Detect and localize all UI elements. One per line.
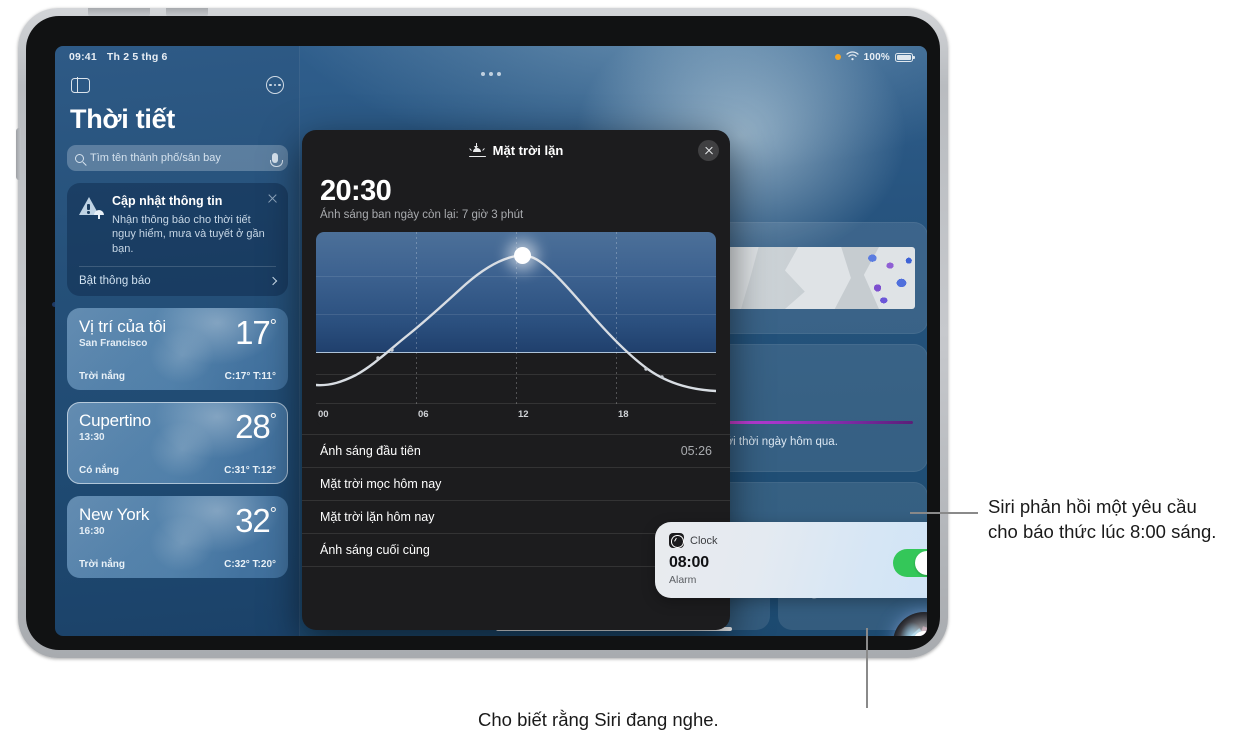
enable-notifications-label: Bật thông báo [79, 275, 151, 288]
city-card-my-location[interactable]: Vị trí của tôi San Francisco 17° Trời nắ… [67, 308, 288, 391]
search-icon [75, 153, 84, 163]
ipad-bezel: Thời tiết Tìm tên thành phố/sân bay Cập … [26, 16, 940, 650]
notification-promo-header: Cập nhật thông tin Nhận thông báo cho th… [79, 194, 276, 257]
city-temperature: 28° [235, 410, 277, 443]
notification-promo-title: Cập nhật thông tin [112, 194, 223, 208]
alarm-toggle[interactable] [893, 549, 927, 577]
sunset-icon [468, 143, 486, 157]
degree-symbol: ° [269, 316, 277, 337]
row-label: Ánh sáng cuối cùng [320, 543, 430, 557]
city-hilo: C:32° T:20° [224, 559, 276, 571]
chevron-right-icon [268, 276, 278, 286]
alarm-app-name: Clock [690, 534, 718, 547]
sunset-time: 20:30 [320, 175, 392, 207]
city-name: New York [79, 505, 150, 525]
list-item[interactable]: Ánh sáng đầu tiên 05:26 [302, 434, 730, 467]
callout-leader-line-siri-listening [866, 628, 868, 708]
city-hilo: C:31° T:12° [224, 465, 276, 477]
status-time: 09:41 [69, 51, 97, 63]
degree-symbol: ° [269, 410, 277, 431]
alarm-time: 08:00 [669, 554, 709, 571]
alarm-notification-banner[interactable]: Clock 08:00 Alarm [655, 522, 927, 598]
list-item[interactable]: Mặt trời mọc hôm nay [302, 467, 730, 500]
city-temperature: 17° [235, 316, 277, 349]
city-subtitle: 16:30 [79, 526, 105, 537]
sidebar-toggle-icon[interactable] [71, 76, 90, 94]
notification-promo-body: Nhận thông báo cho thời tiết nguy hiểm, … [112, 213, 265, 256]
city-subtitle: 13:30 [79, 432, 105, 443]
daylight-remaining: Ánh sáng ban ngày còn lại: 7 giờ 3 phút [320, 209, 524, 221]
city-hilo: C:17° T:11° [224, 371, 276, 383]
modal-header: Mặt trời lặn [302, 130, 730, 170]
multitasking-handle[interactable] [481, 72, 501, 76]
city-temperature: 32° [235, 504, 277, 537]
wifi-icon [845, 50, 859, 64]
city-card-new-york[interactable]: New York 16:30 32° Trời nắng C:32° T:20° [67, 496, 288, 579]
x-tick-06: 06 [418, 409, 429, 420]
device-volume-button [16, 128, 21, 180]
status-bar: 09:41 Th 2 5 thg 6 100% [55, 46, 927, 68]
siri-listening-callout: Cho biết rằng Siri đang nghe. [478, 709, 719, 730]
degree-symbol: ° [269, 504, 277, 525]
city-condition: Trời nắng [79, 371, 126, 383]
city-temp-value: 28 [235, 408, 271, 446]
screenshot-root: Thời tiết Tìm tên thành phố/sân bay Cập … [0, 0, 1242, 753]
city-subtitle: San Francisco [79, 338, 148, 349]
sun-elevation-chart: 00 06 12 18 [316, 232, 716, 426]
battery-icon [895, 52, 915, 62]
city-card-cupertino[interactable]: Cupertino 13:30 28° Có nắng C:31° T:12° [67, 402, 288, 485]
page-title: Thời tiết [70, 104, 175, 134]
city-condition: Có nắng [79, 465, 119, 477]
row-label: Mặt trời mọc hôm nay [320, 477, 442, 491]
ipad-screen: Thời tiết Tìm tên thành phố/sân bay Cập … [55, 46, 927, 636]
x-tick-12: 12 [518, 409, 529, 420]
row-label: Ánh sáng đầu tiên [320, 444, 421, 458]
more-options-icon[interactable] [266, 76, 284, 94]
city-temp-value: 17 [235, 314, 271, 352]
orange-mic-indicator [834, 54, 841, 60]
chart-x-axis: 00 06 12 18 [316, 406, 716, 426]
current-sun-position [514, 247, 531, 264]
severe-weather-icon [79, 197, 104, 219]
alarm-label: Alarm [669, 574, 697, 586]
city-condition: Trời nắng [79, 559, 126, 571]
x-tick-18: 18 [618, 409, 629, 420]
close-icon[interactable] [698, 140, 719, 161]
microphone-icon[interactable] [269, 153, 283, 167]
modal-title: Mặt trời lặn [492, 142, 564, 158]
x-tick-00: 00 [318, 409, 329, 420]
notification-promo-card[interactable]: Cập nhật thông tin Nhận thông báo cho th… [67, 183, 288, 297]
weather-sidebar: Thời tiết Tìm tên thành phố/sân bay Cập … [55, 46, 300, 636]
battery-percent: 100% [863, 51, 890, 63]
enable-notifications-button[interactable]: Bật thông báo [79, 267, 278, 288]
city-temp-value: 32 [235, 502, 271, 540]
city-name: Cupertino [79, 411, 151, 431]
search-input[interactable]: Tìm tên thành phố/sân bay [67, 145, 288, 171]
close-icon[interactable] [267, 193, 278, 204]
row-label: Mặt trời lặn hôm nay [320, 510, 435, 524]
status-date: Th 2 5 thg 6 [106, 51, 168, 63]
clock-icon [669, 533, 684, 548]
callout-leader-line-siri-response [910, 512, 978, 514]
siri-response-callout: Siri phản hồi một yêu cầu cho báo thức l… [988, 496, 1217, 542]
city-name: Vị trí của tôi [79, 317, 166, 337]
sidebar-toolbar [67, 76, 288, 94]
row-value: 05:26 [680, 444, 712, 458]
ipad-device-frame: Thời tiết Tìm tên thành phố/sân bay Cập … [16, 8, 948, 658]
alarm-banner-header: Clock [669, 533, 718, 548]
search-placeholder: Tìm tên thành phố/sân bay [90, 152, 221, 164]
